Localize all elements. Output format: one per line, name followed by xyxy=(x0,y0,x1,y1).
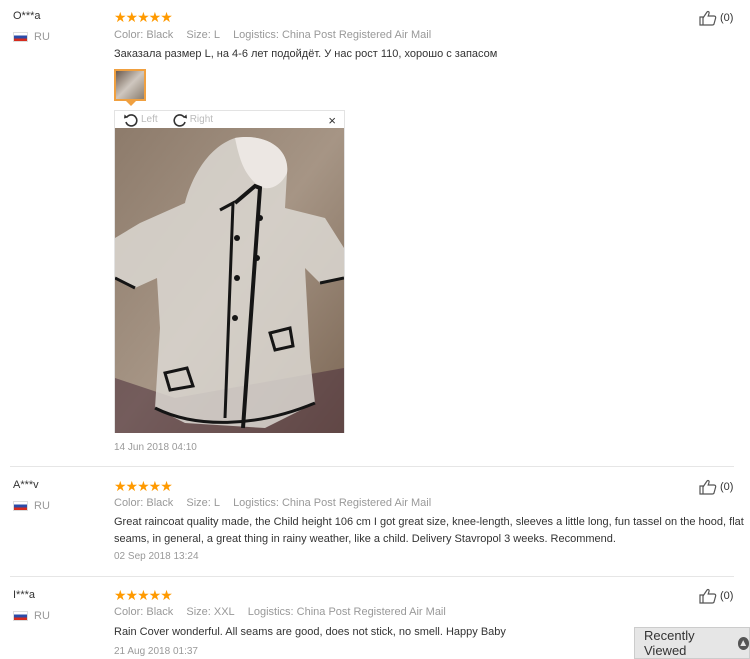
viewer-toolbar: Left Right × xyxy=(115,111,344,128)
thumbs-up-icon xyxy=(699,479,717,495)
reviewer-country: RU xyxy=(13,500,50,512)
rating-stars: ★★★★★ xyxy=(114,9,173,25)
country-code: RU xyxy=(34,610,50,622)
helpful-count: (0) xyxy=(720,12,734,24)
logistics-attr: Logistics: China Post Registered Air Mai… xyxy=(233,497,432,509)
helpful-count: (0) xyxy=(720,481,734,493)
recently-viewed-label: Recently Viewed xyxy=(644,628,695,658)
thumbs-up-icon xyxy=(699,10,717,26)
review-date: 14 Jun 2018 04:10 xyxy=(114,442,197,453)
logistics-attr: Logistics: China Post Registered Air Mai… xyxy=(247,606,446,618)
rotate-right-button[interactable]: Right xyxy=(172,112,213,128)
flag-icon xyxy=(13,32,28,42)
reviewer-name[interactable]: A***v xyxy=(13,479,39,491)
reviewer-name[interactable]: I***a xyxy=(13,589,35,601)
review-photo-thumbnail[interactable] xyxy=(114,69,146,101)
close-icon[interactable]: × xyxy=(328,113,336,128)
rotate-right-label: Right xyxy=(189,114,214,125)
review-divider xyxy=(10,576,734,577)
rotate-right-icon xyxy=(173,113,187,127)
helpful-button[interactable]: (0) xyxy=(699,479,733,495)
photo-viewer: Left Right × xyxy=(114,110,345,433)
review-divider xyxy=(10,466,734,467)
review-text: Great raincoat quality made, the Child h… xyxy=(114,516,744,545)
recently-viewed-button[interactable]: Recently Viewed ▲ xyxy=(634,627,750,659)
rotate-left-button[interactable]: Left xyxy=(123,112,158,128)
thumbs-up-icon xyxy=(699,588,717,604)
size-attr: Size: XXL xyxy=(186,606,235,618)
raincoat-photo xyxy=(115,128,344,433)
helpful-count: (0) xyxy=(720,590,734,602)
rating-stars: ★★★★★ xyxy=(114,587,173,603)
color-attr: Color: Black xyxy=(114,29,174,41)
flag-icon xyxy=(13,611,28,621)
size-attr: Size: L xyxy=(186,29,220,41)
review-date: 21 Aug 2018 01:37 xyxy=(114,646,198,657)
thumbnail-caret xyxy=(126,101,136,106)
review-meta: Color: Black Size: L Logistics: China Po… xyxy=(114,29,441,41)
color-attr: Color: Black xyxy=(114,606,174,618)
rating-stars: ★★★★★ xyxy=(114,478,173,494)
review-meta: Color: Black Size: XXL Logistics: China … xyxy=(114,606,456,618)
review-date: 02 Sep 2018 13:24 xyxy=(114,551,199,562)
country-code: RU xyxy=(34,500,50,512)
chevron-up-icon: ▲ xyxy=(737,636,749,650)
reviewer-name[interactable]: O***a xyxy=(13,10,41,22)
reviewer-country: RU xyxy=(13,31,50,43)
size-attr: Size: L xyxy=(186,497,220,509)
country-code: RU xyxy=(34,31,50,43)
rotate-left-icon xyxy=(124,113,138,127)
rotate-left-label: Left xyxy=(141,114,158,125)
logistics-attr: Logistics: China Post Registered Air Mai… xyxy=(233,29,432,41)
review-meta: Color: Black Size: L Logistics: China Po… xyxy=(114,497,441,509)
reviewer-country: RU xyxy=(13,610,50,622)
flag-icon xyxy=(13,501,28,511)
helpful-button[interactable]: (0) xyxy=(699,10,733,26)
helpful-button[interactable]: (0) xyxy=(699,588,733,604)
color-attr: Color: Black xyxy=(114,497,174,509)
review-text: Заказала размер L, на 4-6 лет подойдёт. … xyxy=(114,48,498,60)
